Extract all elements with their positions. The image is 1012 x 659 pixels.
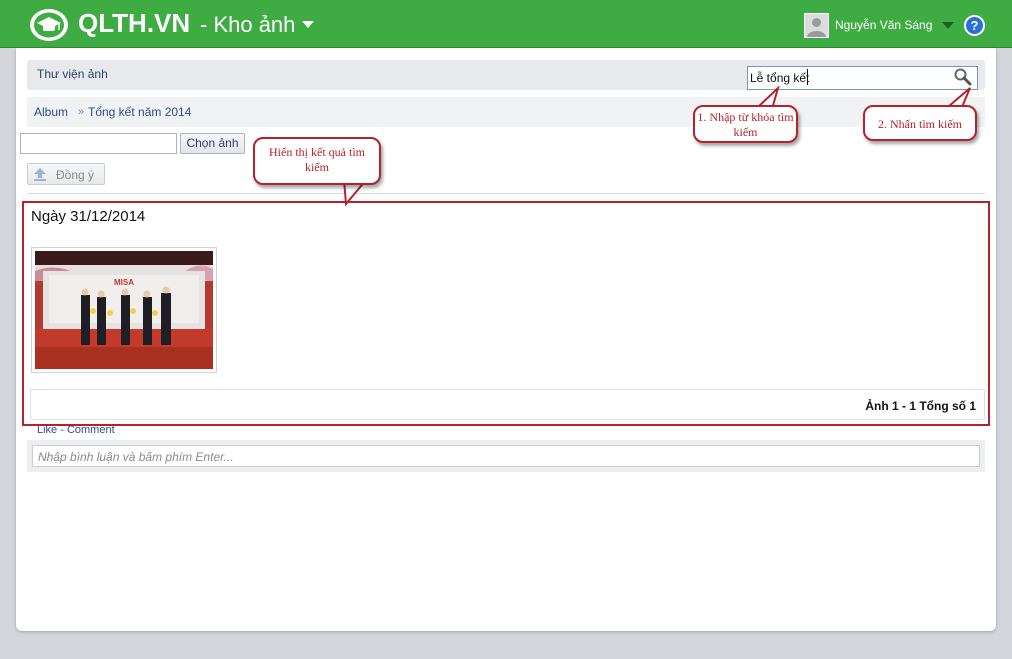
pager-summary: Ảnh 1 - 1 Tổng số 1 xyxy=(865,399,976,413)
callout-show-results: Hiển thị kết quả tìm kiếm xyxy=(253,137,381,185)
file-path-input[interactable] xyxy=(20,133,177,154)
text-cursor xyxy=(807,69,808,85)
photo-banner-text: MISA xyxy=(114,278,134,287)
callout-press-search: 2. Nhấn tìm kiếm xyxy=(863,105,977,141)
library-title[interactable]: Thư viện ảnh xyxy=(37,67,108,81)
breadcrumb-current[interactable]: Tổng kết năm 2014 xyxy=(88,105,191,119)
comment-placeholder[interactable]: Nhập bình luận và bấm phím Enter... xyxy=(38,450,234,464)
graduation-cap-logo-icon[interactable] xyxy=(28,6,70,42)
user-menu-caret-icon[interactable] xyxy=(942,22,954,29)
pager-bar xyxy=(30,389,985,420)
search-icon[interactable] xyxy=(953,67,973,87)
help-icon[interactable]: ? xyxy=(964,15,985,36)
agree-button-label: Đồng ý xyxy=(56,168,95,182)
section-title[interactable]: - Kho ảnh xyxy=(200,12,295,38)
search-input-value[interactable]: Lễ tổng kết xyxy=(750,71,809,85)
upload-icon xyxy=(33,167,47,181)
choose-image-button[interactable]: Chọn ảnh xyxy=(180,133,245,154)
callout-2-text: 2. Nhấn tìm kiếm xyxy=(878,117,962,131)
like-comment-link[interactable]: Like - Comment xyxy=(37,424,115,436)
result-date-title: Ngày 31/12/2014 xyxy=(31,208,146,225)
divider xyxy=(27,193,985,194)
section-dropdown-caret-icon[interactable] xyxy=(302,21,314,28)
brand-name[interactable]: QLTH.VN xyxy=(78,8,190,39)
callout-1-text: 1. Nhập từ khóa tìm kiếm xyxy=(697,110,794,139)
user-name[interactable]: Nguyễn Văn Sáng xyxy=(835,18,932,32)
callout-enter-keyword: 1. Nhập từ khóa tìm kiếm xyxy=(693,105,798,143)
breadcrumb-album-link[interactable]: Album xyxy=(34,105,68,119)
agree-button[interactable]: Đồng ý xyxy=(27,163,105,185)
breadcrumb-separator: » xyxy=(78,106,85,118)
photo-thumbnail[interactable]: MISA xyxy=(31,247,217,373)
callout-3-text: Hiển thị kết quả tìm kiếm xyxy=(269,145,365,174)
user-avatar[interactable] xyxy=(804,13,829,38)
